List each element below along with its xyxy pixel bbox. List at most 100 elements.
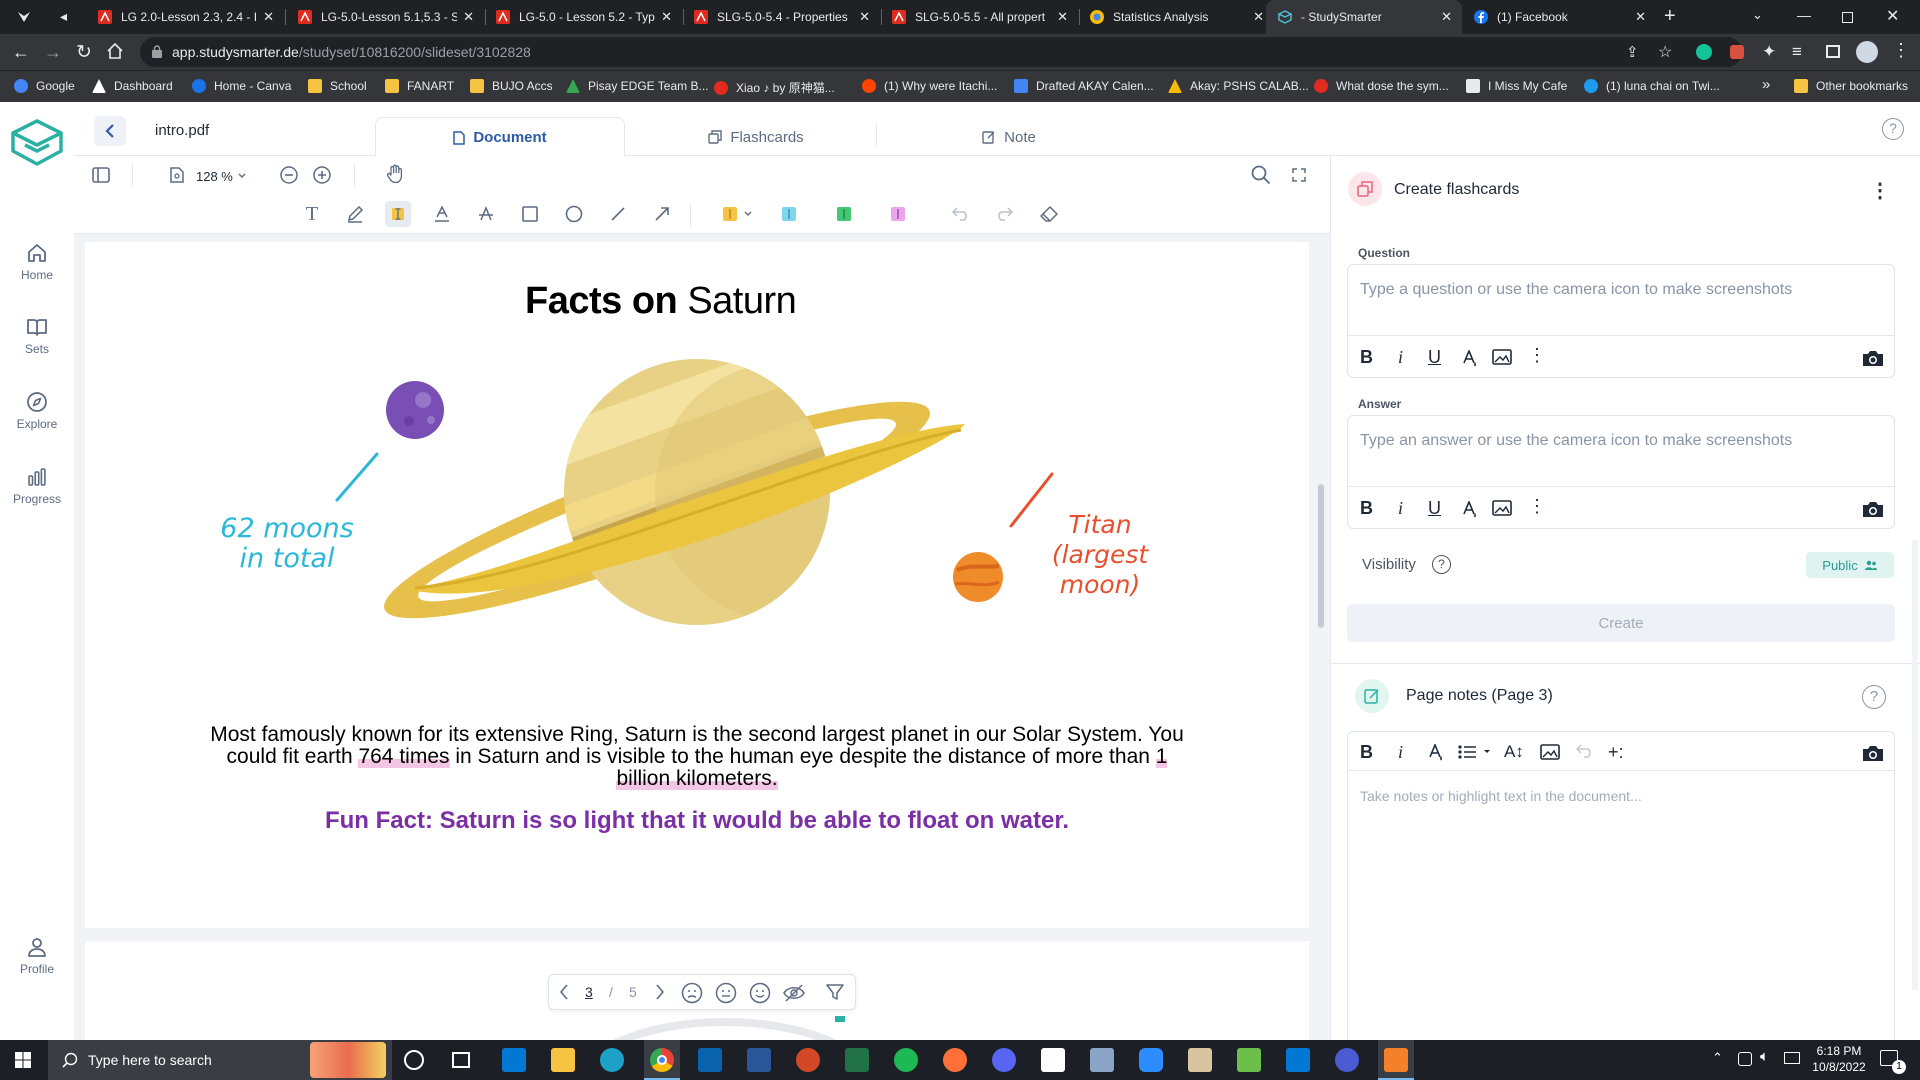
lock-icon[interactable] xyxy=(152,45,162,58)
address-bar[interactable]: app.studysmarter.de/studyset/10816200/sl… xyxy=(140,37,1742,67)
text-tool-icon[interactable]: T xyxy=(299,201,325,227)
pen-tool-icon[interactable] xyxy=(342,201,368,227)
fullscreen-icon[interactable] xyxy=(1286,162,1312,188)
close-tab-icon[interactable]: ✕ xyxy=(1253,9,1264,25)
highlight-pink-icon[interactable] xyxy=(885,201,911,227)
bookmark-reddit[interactable]: (1) Why were Itachi... xyxy=(862,79,997,93)
volume-icon[interactable]: 🔈︎ xyxy=(1760,1048,1769,1065)
page-notes-help-icon[interactable]: ? xyxy=(1862,685,1886,709)
document-scrollbar[interactable] xyxy=(1318,484,1324,628)
answer-input[interactable]: Type an answer or use the camera icon to… xyxy=(1360,432,1792,450)
current-page[interactable]: 3 xyxy=(585,984,593,1000)
tab-search-icon[interactable] xyxy=(16,9,32,25)
italic-button[interactable]: i xyxy=(1398,742,1403,763)
text-color-icon[interactable] xyxy=(1428,744,1444,762)
highlight-1[interactable]: 1 xyxy=(1155,745,1168,768)
redo-icon[interactable] xyxy=(991,201,1017,227)
bullet-list-icon[interactable] xyxy=(1458,744,1492,760)
mail-icon[interactable] xyxy=(698,1048,722,1072)
insert-image-icon[interactable] xyxy=(1492,349,1512,365)
excel-icon[interactable] xyxy=(845,1048,869,1072)
spotify-icon[interactable] xyxy=(894,1048,918,1072)
prev-page-icon[interactable] xyxy=(559,984,569,1000)
bookmark-folder-school[interactable]: School xyxy=(308,79,367,93)
cortana-icon[interactable] xyxy=(404,1050,424,1070)
undo-icon[interactable] xyxy=(948,201,974,227)
panel-scrollbar[interactable] xyxy=(1912,540,1918,990)
zoom-out-icon[interactable] xyxy=(276,162,302,188)
system-clock[interactable]: 6:18 PM 10/8/2022 xyxy=(1808,1043,1870,1075)
tab-list-chevron-icon[interactable]: ⌄ xyxy=(1752,7,1763,23)
nav-progress[interactable]: Progress xyxy=(0,466,74,506)
browser-tab[interactable]: Statistics Analysis ✕ xyxy=(1078,0,1274,34)
close-tab-icon[interactable]: ✕ xyxy=(859,9,870,25)
tab-flashcards[interactable]: Flashcards xyxy=(631,117,881,157)
edge-icon[interactable] xyxy=(600,1048,624,1072)
search-icon[interactable] xyxy=(1248,162,1274,188)
file-explorer-icon[interactable] xyxy=(551,1048,575,1072)
insert-divider-icon[interactable]: +: xyxy=(1608,742,1624,763)
underline-text-tool-icon[interactable] xyxy=(429,201,455,227)
help-icon[interactable]: ? xyxy=(1882,118,1904,140)
reload-icon[interactable]: ↻ xyxy=(76,41,92,64)
taskbar-search[interactable]: Type here to search xyxy=(48,1040,392,1080)
highlight-blue-icon[interactable] xyxy=(776,201,802,227)
zoom-in-icon[interactable] xyxy=(309,162,335,188)
create-button[interactable]: Create xyxy=(1347,604,1895,642)
nav-profile[interactable]: Profile xyxy=(0,936,74,976)
text-size-icon[interactable]: A↕ xyxy=(1504,742,1524,762)
italic-button[interactable]: i xyxy=(1398,498,1403,519)
vpn-icon[interactable] xyxy=(1335,1048,1359,1072)
extension-cup-icon[interactable] xyxy=(1730,45,1744,59)
line-tool-icon[interactable] xyxy=(605,201,631,227)
text-color-icon[interactable] xyxy=(1462,501,1478,519)
notion-icon[interactable] xyxy=(1041,1048,1065,1072)
underline-button[interactable]: U xyxy=(1428,498,1441,519)
share-icon[interactable]: ⇪ xyxy=(1626,43,1639,61)
close-tab-icon[interactable]: ✕ xyxy=(463,9,474,25)
highlight-color-picker[interactable] xyxy=(719,201,759,227)
grammarly-icon[interactable] xyxy=(1696,44,1712,60)
bookmark-dashboard[interactable]: Dashboard xyxy=(92,79,173,93)
bookmark-drive[interactable]: Pisay EDGE Team B... xyxy=(566,79,709,93)
zoom-icon[interactable] xyxy=(1139,1048,1163,1072)
camera-icon[interactable] xyxy=(1862,500,1884,518)
bold-button[interactable]: B xyxy=(1360,347,1373,368)
bookmark-google[interactable]: Google xyxy=(14,79,75,93)
firefox-icon[interactable] xyxy=(943,1048,967,1072)
bookmark-star-icon[interactable]: ☆ xyxy=(1658,42,1672,62)
page-view-icon[interactable] xyxy=(164,162,190,188)
visibility-help-icon[interactable]: ? xyxy=(1432,555,1451,574)
filter-icon[interactable] xyxy=(825,982,845,1002)
store-app-icon[interactable] xyxy=(502,1048,526,1072)
hide-eye-icon[interactable] xyxy=(783,982,805,1004)
browser-tab[interactable]: (1) Facebook ✕ xyxy=(1462,0,1656,34)
text-color-icon[interactable] xyxy=(1462,350,1478,368)
browser-tab-active[interactable]: - StudySmarter ✕ xyxy=(1266,0,1462,34)
tray-app-icon[interactable] xyxy=(1738,1052,1752,1066)
highlight-764-times[interactable]: 764 times xyxy=(358,745,450,768)
reading-list-icon[interactable]: ≡ xyxy=(1792,42,1802,62)
app-icon[interactable] xyxy=(1090,1048,1114,1072)
vscode-icon[interactable] xyxy=(1286,1048,1310,1072)
close-tab-icon[interactable]: ✕ xyxy=(661,9,672,25)
eraser-icon[interactable] xyxy=(1036,201,1062,227)
visibility-toggle[interactable]: Public xyxy=(1806,552,1894,578)
bold-button[interactable]: B xyxy=(1360,742,1373,763)
bookmark-cafe[interactable]: I Miss My Cafe xyxy=(1466,79,1567,93)
task-view-icon[interactable] xyxy=(452,1052,470,1068)
close-tab-icon[interactable]: ✕ xyxy=(1441,9,1452,25)
panel-more-menu-icon[interactable]: ⋮ xyxy=(1870,178,1890,203)
bookmark-canva[interactable]: Home - Canva xyxy=(192,79,291,93)
mute-tab-icon[interactable]: ◂ xyxy=(60,8,67,25)
bookmark-docs[interactable]: Drafted AKAY Calen... xyxy=(1014,79,1154,93)
camera-icon[interactable] xyxy=(1862,744,1884,762)
tray-chevron-icon[interactable]: ⌃ xyxy=(1712,1050,1723,1066)
highlight-tool-icon[interactable] xyxy=(385,201,411,227)
more-bookmarks-chevron[interactable]: » xyxy=(1762,76,1770,93)
pan-hand-icon[interactable] xyxy=(382,161,408,187)
back-button[interactable] xyxy=(94,116,126,146)
windows-start-icon[interactable] xyxy=(15,1052,31,1068)
browser-menu-icon[interactable]: ⋮ xyxy=(1892,40,1910,61)
italic-button[interactable]: i xyxy=(1398,347,1403,368)
